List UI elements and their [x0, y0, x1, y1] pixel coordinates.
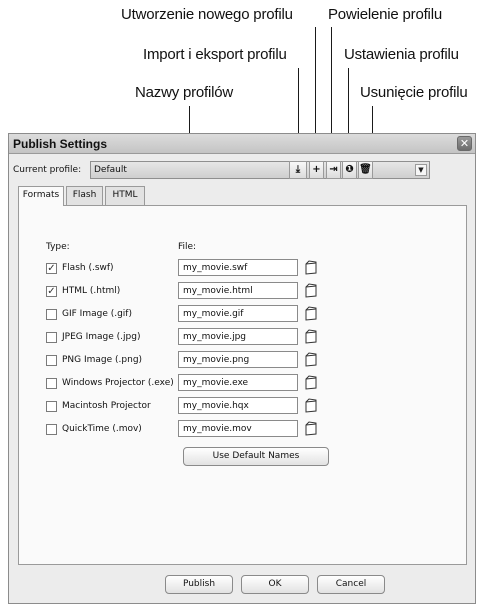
format-checkbox[interactable]: [46, 378, 57, 389]
format-label: PNG Image (.png): [62, 355, 143, 365]
profile-settings-button[interactable]: ❶: [342, 161, 357, 179]
folder-icon[interactable]: [304, 306, 318, 321]
close-icon: ✕: [459, 137, 470, 150]
profile-dropdown[interactable]: Default ▼: [90, 161, 430, 179]
callout-profile-names: Nazwy profilów: [135, 84, 234, 101]
format-label: Windows Projector (.exe): [62, 378, 174, 388]
file-name-field[interactable]: [178, 305, 298, 322]
file-name-field[interactable]: [178, 328, 298, 345]
chevron-down-icon[interactable]: ▼: [415, 164, 427, 176]
file-name-field[interactable]: [178, 351, 298, 368]
tab-formats[interactable]: Formats: [18, 186, 64, 206]
format-label: JPEG Image (.jpg): [62, 332, 141, 342]
folder-icon[interactable]: [304, 283, 318, 298]
folder-icon[interactable]: [304, 260, 318, 275]
file-name-field[interactable]: [178, 374, 298, 391]
publish-button[interactable]: Publish: [165, 575, 233, 594]
duplicate-icon: ⇥: [329, 164, 338, 175]
format-checkbox[interactable]: [46, 401, 57, 412]
trash-icon: 🗑: [359, 164, 372, 175]
close-button[interactable]: ✕: [457, 136, 472, 151]
folder-icon[interactable]: [304, 352, 318, 367]
title-bar[interactable]: Publish Settings ✕: [9, 134, 475, 154]
format-label: Macintosh Projector: [62, 401, 151, 411]
file-name-field[interactable]: [178, 282, 298, 299]
current-profile-label: Current profile:: [13, 165, 82, 175]
file-name-field[interactable]: [178, 397, 298, 414]
publish-settings-dialog: Publish Settings ✕ Current profile: Defa…: [8, 133, 476, 604]
folder-icon[interactable]: [304, 329, 318, 344]
format-label: Flash (.swf): [62, 263, 114, 273]
callout-create-profile: Utworzenie nowego profilu: [121, 6, 293, 23]
callout-duplicate-profile: Powielenie profilu: [328, 6, 442, 23]
format-label: QuickTime (.mov): [62, 424, 142, 434]
ok-button[interactable]: OK: [241, 575, 309, 594]
callout-delete-profile: Usunięcie profilu: [360, 84, 468, 101]
formats-panel: Type: File: ✓ Flash (.swf) ✓ HTML (.html…: [18, 205, 467, 565]
import-export-icon: ⤓: [295, 164, 301, 175]
plus-icon: +: [312, 164, 321, 175]
format-checkbox[interactable]: ✓: [46, 286, 57, 297]
type-header: Type:: [46, 242, 70, 252]
create-profile-button[interactable]: +: [309, 161, 324, 179]
folder-icon[interactable]: [304, 421, 318, 436]
callout-import-export: Import i eksport profilu: [143, 46, 287, 63]
file-name-field[interactable]: [178, 420, 298, 437]
format-label: HTML (.html): [62, 286, 121, 296]
tab-html[interactable]: HTML: [105, 186, 145, 205]
format-checkbox[interactable]: ✓: [46, 263, 57, 274]
tab-flash[interactable]: Flash: [66, 186, 103, 205]
settings-icon: ❶: [345, 164, 354, 175]
use-default-names-button[interactable]: Use Default Names: [183, 447, 329, 466]
format-checkbox[interactable]: [46, 332, 57, 343]
folder-icon[interactable]: [304, 398, 318, 413]
import-export-button[interactable]: ⤓: [289, 161, 307, 179]
file-name-field[interactable]: [178, 259, 298, 276]
format-checkbox[interactable]: [46, 355, 57, 366]
format-checkbox[interactable]: [46, 309, 57, 320]
cancel-button[interactable]: Cancel: [317, 575, 385, 594]
format-checkbox[interactable]: [46, 424, 57, 435]
callout-profile-settings: Ustawienia profilu: [344, 46, 459, 63]
profile-value: Default: [94, 165, 127, 175]
delete-profile-button[interactable]: 🗑: [358, 161, 373, 179]
format-label: GIF Image (.gif): [62, 309, 132, 319]
folder-icon[interactable]: [304, 375, 318, 390]
dialog-title: Publish Settings: [13, 137, 108, 151]
file-header: File:: [178, 242, 197, 252]
duplicate-profile-button[interactable]: ⇥: [326, 161, 341, 179]
